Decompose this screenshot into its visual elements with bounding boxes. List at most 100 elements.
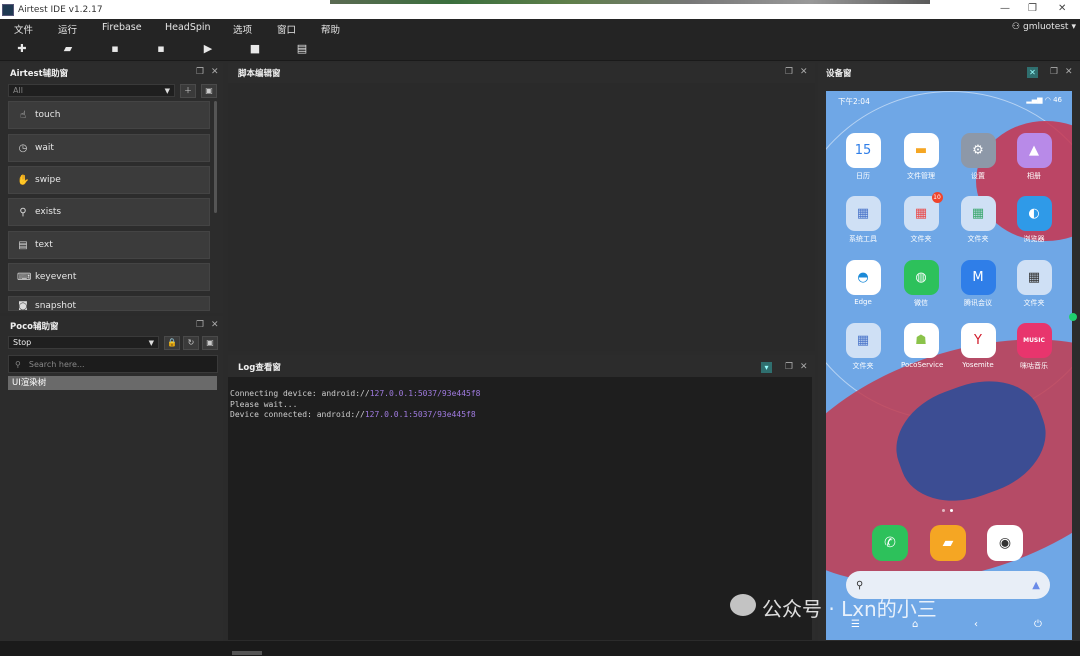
app-系统工具[interactable]: ▦ 系统工具: [843, 196, 883, 244]
api-item-text[interactable]: ▤ text: [8, 231, 210, 259]
app-文件夹[interactable]: ▦ 10 文件夹: [901, 192, 943, 244]
app-icon: ◐: [1016, 196, 1052, 231]
power-nav-icon[interactable]: ⏻: [1034, 619, 1042, 630]
app-文件夹[interactable]: ▦ 文件夹: [1014, 260, 1054, 308]
add-icon[interactable]: ＋: [180, 84, 196, 98]
close-icon[interactable]: ✕: [211, 320, 219, 330]
device-panel-title: 设备窗: [826, 69, 852, 79]
device-screen[interactable]: 下午2:04 ▂▄▆ ◠ 46 15 日历 ▬ 文件管理 ⚙ 设置 ▲ 相册 ▦ 系统工具 ▦ 10 文…: [826, 91, 1072, 640]
menu-help[interactable]: 帮助: [321, 22, 340, 36]
close-icon[interactable]: ✕: [800, 362, 808, 372]
poco-panel-title: Poco辅助窗: [10, 322, 59, 332]
app-label: 文件夹: [852, 362, 874, 370]
tools-icon[interactable]: ✕: [1027, 67, 1038, 78]
search-placeholder: Search here...: [28, 359, 85, 369]
api-item-wait[interactable]: ◷ wait: [8, 134, 210, 162]
swipe-icon: ✋: [17, 174, 30, 186]
api-label: swipe: [35, 175, 61, 185]
log-output[interactable]: Connecting device: android://127.0.0.1:5…: [228, 377, 812, 640]
app-label: Edge: [854, 298, 872, 306]
minimize-button[interactable]: —: [1000, 3, 1010, 14]
app-icon: ◓: [845, 260, 881, 295]
app-文件夹[interactable]: ▦ 文件夹: [958, 196, 998, 244]
float-icon[interactable]: ❐: [196, 320, 204, 330]
resize-handle[interactable]: [1069, 313, 1077, 321]
menu-window[interactable]: 窗口: [277, 22, 296, 36]
horizontal-scrollbar[interactable]: [232, 651, 262, 655]
close-window-button[interactable]: ✕: [1058, 3, 1066, 14]
log-icon[interactable]: ▤: [294, 41, 310, 57]
watermark: 公众号 · Lxn的小三: [762, 597, 937, 621]
app-label: 相册: [1027, 172, 1041, 180]
float-icon[interactable]: ❐: [1050, 67, 1058, 77]
float-icon[interactable]: ❐: [785, 67, 793, 77]
app-Yosemite[interactable]: Y Yosemite: [958, 323, 998, 369]
dock-messages-icon[interactable]: ▰: [930, 525, 966, 561]
airtest-scrollbar[interactable]: [214, 101, 217, 213]
menu-firebase[interactable]: Firebase: [102, 22, 142, 33]
lock-icon[interactable]: 🔒: [164, 336, 180, 350]
app-设置[interactable]: ⚙ 设置: [958, 133, 998, 181]
maximize-button[interactable]: ❐: [1028, 3, 1037, 14]
app-浏览器[interactable]: ◐ 浏览器: [1014, 196, 1054, 244]
app-咪咕音乐[interactable]: MUSIC 咪咕音乐: [1014, 323, 1054, 371]
user-icon: ⚇: [1011, 22, 1020, 32]
app-日历[interactable]: 15 日历: [843, 133, 883, 181]
app-label: 系统工具: [849, 235, 877, 243]
menu-file[interactable]: 文件: [14, 22, 33, 36]
open-folder-icon[interactable]: ▰: [60, 41, 76, 57]
ui-tree-root[interactable]: UI渲染树: [8, 376, 217, 390]
filter-icon[interactable]: ▾: [761, 362, 772, 373]
screenshot-icon[interactable]: ▣: [202, 336, 218, 350]
clock-icon: ◷: [18, 142, 28, 154]
close-icon[interactable]: ✕: [800, 67, 808, 77]
app-label: 文件夹: [1023, 299, 1045, 307]
user-menu[interactable]: ⚇ gmluotest ▾: [1012, 22, 1076, 32]
app-文件管理[interactable]: ▬ 文件管理: [901, 133, 941, 181]
poco-mode-select[interactable]: Stop ▼: [8, 336, 159, 349]
app-logo-icon: [2, 3, 14, 16]
api-label: touch: [35, 110, 61, 120]
api-item-swipe[interactable]: ✋ swipe: [8, 166, 210, 194]
api-item-touch[interactable]: ☝ touch: [8, 101, 210, 129]
stop-icon[interactable]: ■: [247, 41, 263, 57]
app-icon: ▦: [845, 196, 881, 231]
app-文件夹[interactable]: ▦ 文件夹: [843, 323, 883, 371]
menu-run[interactable]: 运行: [58, 22, 77, 36]
poco-search-input[interactable]: ⚲ Search here...: [8, 355, 218, 373]
api-item-keyevent[interactable]: ⌨ keyevent: [8, 263, 210, 291]
app-icon: ▲: [1016, 133, 1052, 168]
screenshot-icon[interactable]: ▣: [201, 84, 217, 98]
refresh-icon[interactable]: ↻: [183, 336, 199, 350]
api-item-snapshot[interactable]: ◙ snapshot: [8, 296, 210, 311]
username: gmluotest: [1022, 22, 1069, 32]
status-icons: ▂▄▆ ◠ 46: [1026, 96, 1062, 104]
back-nav-icon[interactable]: ‹: [974, 619, 978, 630]
airtest-assistant-panel: Airtest辅助窗 ❐ ✕ All ▼ ＋ ▣ ☝ touch ◷ wait …: [0, 63, 223, 313]
menu-options[interactable]: 选项: [233, 22, 252, 36]
app-腾讯会议[interactable]: M 腾讯会议: [958, 260, 998, 308]
save-icon[interactable]: ▪: [107, 41, 123, 57]
dock-camera-icon[interactable]: ◉: [987, 525, 1023, 561]
float-icon[interactable]: ❐: [196, 67, 204, 77]
touch-icon: ☝: [19, 109, 27, 121]
api-item-exists[interactable]: ⚲ exists: [8, 198, 210, 226]
menu-headspin[interactable]: HeadSpin: [165, 22, 211, 33]
new-file-icon[interactable]: ✚: [14, 41, 30, 57]
app-label: PocoService: [901, 361, 944, 369]
close-icon[interactable]: ✕: [211, 67, 219, 77]
api-label: wait: [35, 143, 54, 153]
save-as-icon[interactable]: ▪: [153, 41, 169, 57]
float-icon[interactable]: ❐: [785, 362, 793, 372]
app-相册[interactable]: ▲ 相册: [1014, 133, 1054, 181]
script-editor-area[interactable]: [228, 83, 815, 351]
magnifier-icon: ⚲: [19, 206, 27, 218]
run-icon[interactable]: ▶: [200, 41, 216, 57]
app-PocoService[interactable]: ☗ PocoService: [901, 323, 944, 369]
airtest-filter-select[interactable]: All ▼: [8, 84, 175, 97]
close-icon[interactable]: ✕: [1065, 67, 1073, 77]
dock-phone-icon[interactable]: ✆: [872, 525, 908, 561]
log-line: Device connected: android://127.0.0.1:50…: [230, 410, 476, 419]
app-微信[interactable]: ◍ 微信: [901, 260, 941, 308]
app-Edge[interactable]: ◓ Edge: [843, 260, 883, 306]
